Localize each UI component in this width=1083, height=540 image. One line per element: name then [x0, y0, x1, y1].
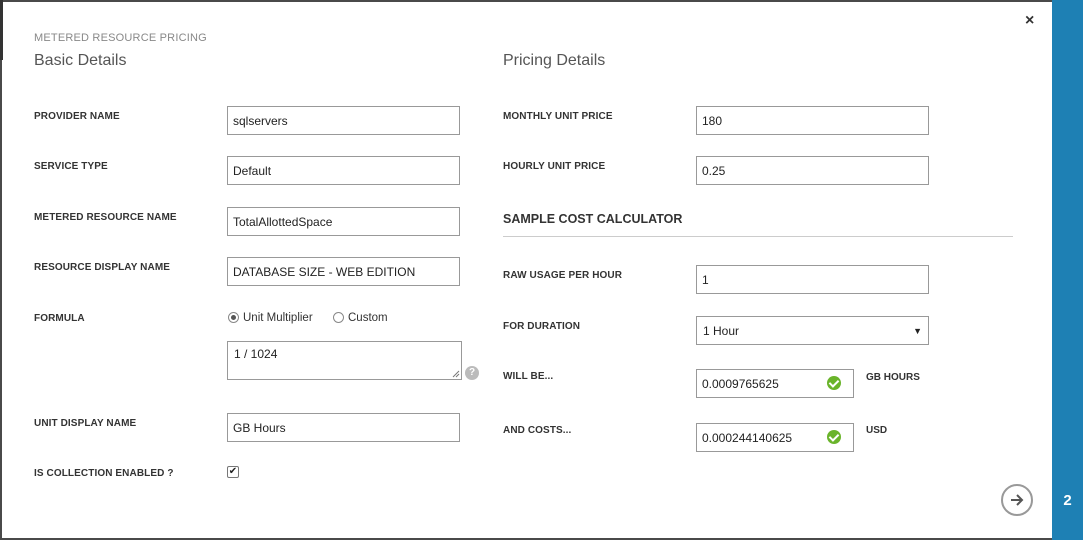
- close-icon[interactable]: ×: [1025, 12, 1034, 30]
- unit-display-name-input[interactable]: GB Hours: [227, 413, 460, 442]
- provider-name-label: PROVIDER NAME: [34, 111, 120, 122]
- formula-value: 1 / 1024: [234, 347, 278, 361]
- pricing-details-title: Pricing Details: [503, 52, 606, 69]
- wizard-step-number: 2: [1063, 492, 1072, 509]
- duration-selected-value: 1 Hour: [703, 324, 740, 338]
- resize-grip-icon[interactable]: [452, 370, 460, 378]
- monthly-unit-price-input[interactable]: 180: [696, 106, 929, 135]
- resource-display-name-input[interactable]: DATABASE SIZE - WEB EDITION: [227, 257, 460, 286]
- dialog-eyebrow: METERED RESOURCE PRICING: [34, 32, 207, 44]
- formula-custom-label[interactable]: Custom: [348, 312, 388, 324]
- duration-select[interactable]: 1 Hour ▼: [696, 316, 929, 345]
- raw-usage-input[interactable]: 1: [696, 265, 929, 294]
- chevron-down-icon: ▼: [913, 326, 922, 336]
- formula-unit-multiplier-radio[interactable]: [228, 312, 239, 323]
- hourly-unit-price-input[interactable]: 0.25: [696, 156, 929, 185]
- sample-cost-calculator-title: SAMPLE COST CALCULATOR: [503, 212, 683, 226]
- will-be-unit: GB HOURS: [866, 372, 920, 383]
- basic-details-title: Basic Details: [34, 52, 127, 69]
- help-icon[interactable]: ?: [465, 366, 479, 380]
- arrow-right-icon: [1011, 494, 1024, 506]
- raw-usage-label: RAW USAGE PER HOUR: [503, 270, 623, 281]
- provider-name-input[interactable]: sqlservers: [227, 106, 460, 135]
- service-type-input[interactable]: Default: [227, 156, 460, 185]
- service-type-label: SERVICE TYPE: [34, 161, 108, 172]
- costs-unit: USD: [866, 425, 888, 436]
- costs-label: AND COSTS...: [503, 425, 572, 436]
- unit-display-name-label: UNIT DISPLAY NAME: [34, 418, 137, 429]
- next-button[interactable]: [1001, 484, 1033, 516]
- resource-display-name-label: RESOURCE DISPLAY NAME: [34, 262, 171, 273]
- metered-resource-name-label: METERED RESOURCE NAME: [34, 212, 177, 223]
- will-be-value: 0.0009765625: [702, 377, 779, 391]
- formula-label: FORMULA: [34, 313, 85, 324]
- collection-enabled-checkbox[interactable]: ✔: [227, 466, 239, 478]
- check-circle-icon: [827, 430, 841, 444]
- hourly-unit-price-label: HOURLY UNIT PRICE: [503, 161, 606, 172]
- duration-label: FOR DURATION: [503, 321, 581, 332]
- formula-textarea[interactable]: 1 / 1024: [227, 341, 462, 380]
- monthly-unit-price-label: MONTHLY UNIT PRICE: [503, 111, 613, 122]
- check-circle-icon: [827, 376, 841, 390]
- collection-enabled-label: IS COLLECTION ENABLED ?: [34, 468, 174, 479]
- left-edge-mark: [0, 0, 3, 60]
- formula-unit-multiplier-label[interactable]: Unit Multiplier: [243, 312, 313, 324]
- wizard-step-rail: [1052, 0, 1083, 540]
- metered-resource-name-input[interactable]: TotalAllottedSpace: [227, 207, 460, 236]
- costs-value: 0.000244140625: [702, 431, 793, 445]
- will-be-label: WILL BE...: [503, 371, 554, 382]
- formula-custom-radio[interactable]: [333, 312, 344, 323]
- calculator-divider: [503, 236, 1013, 237]
